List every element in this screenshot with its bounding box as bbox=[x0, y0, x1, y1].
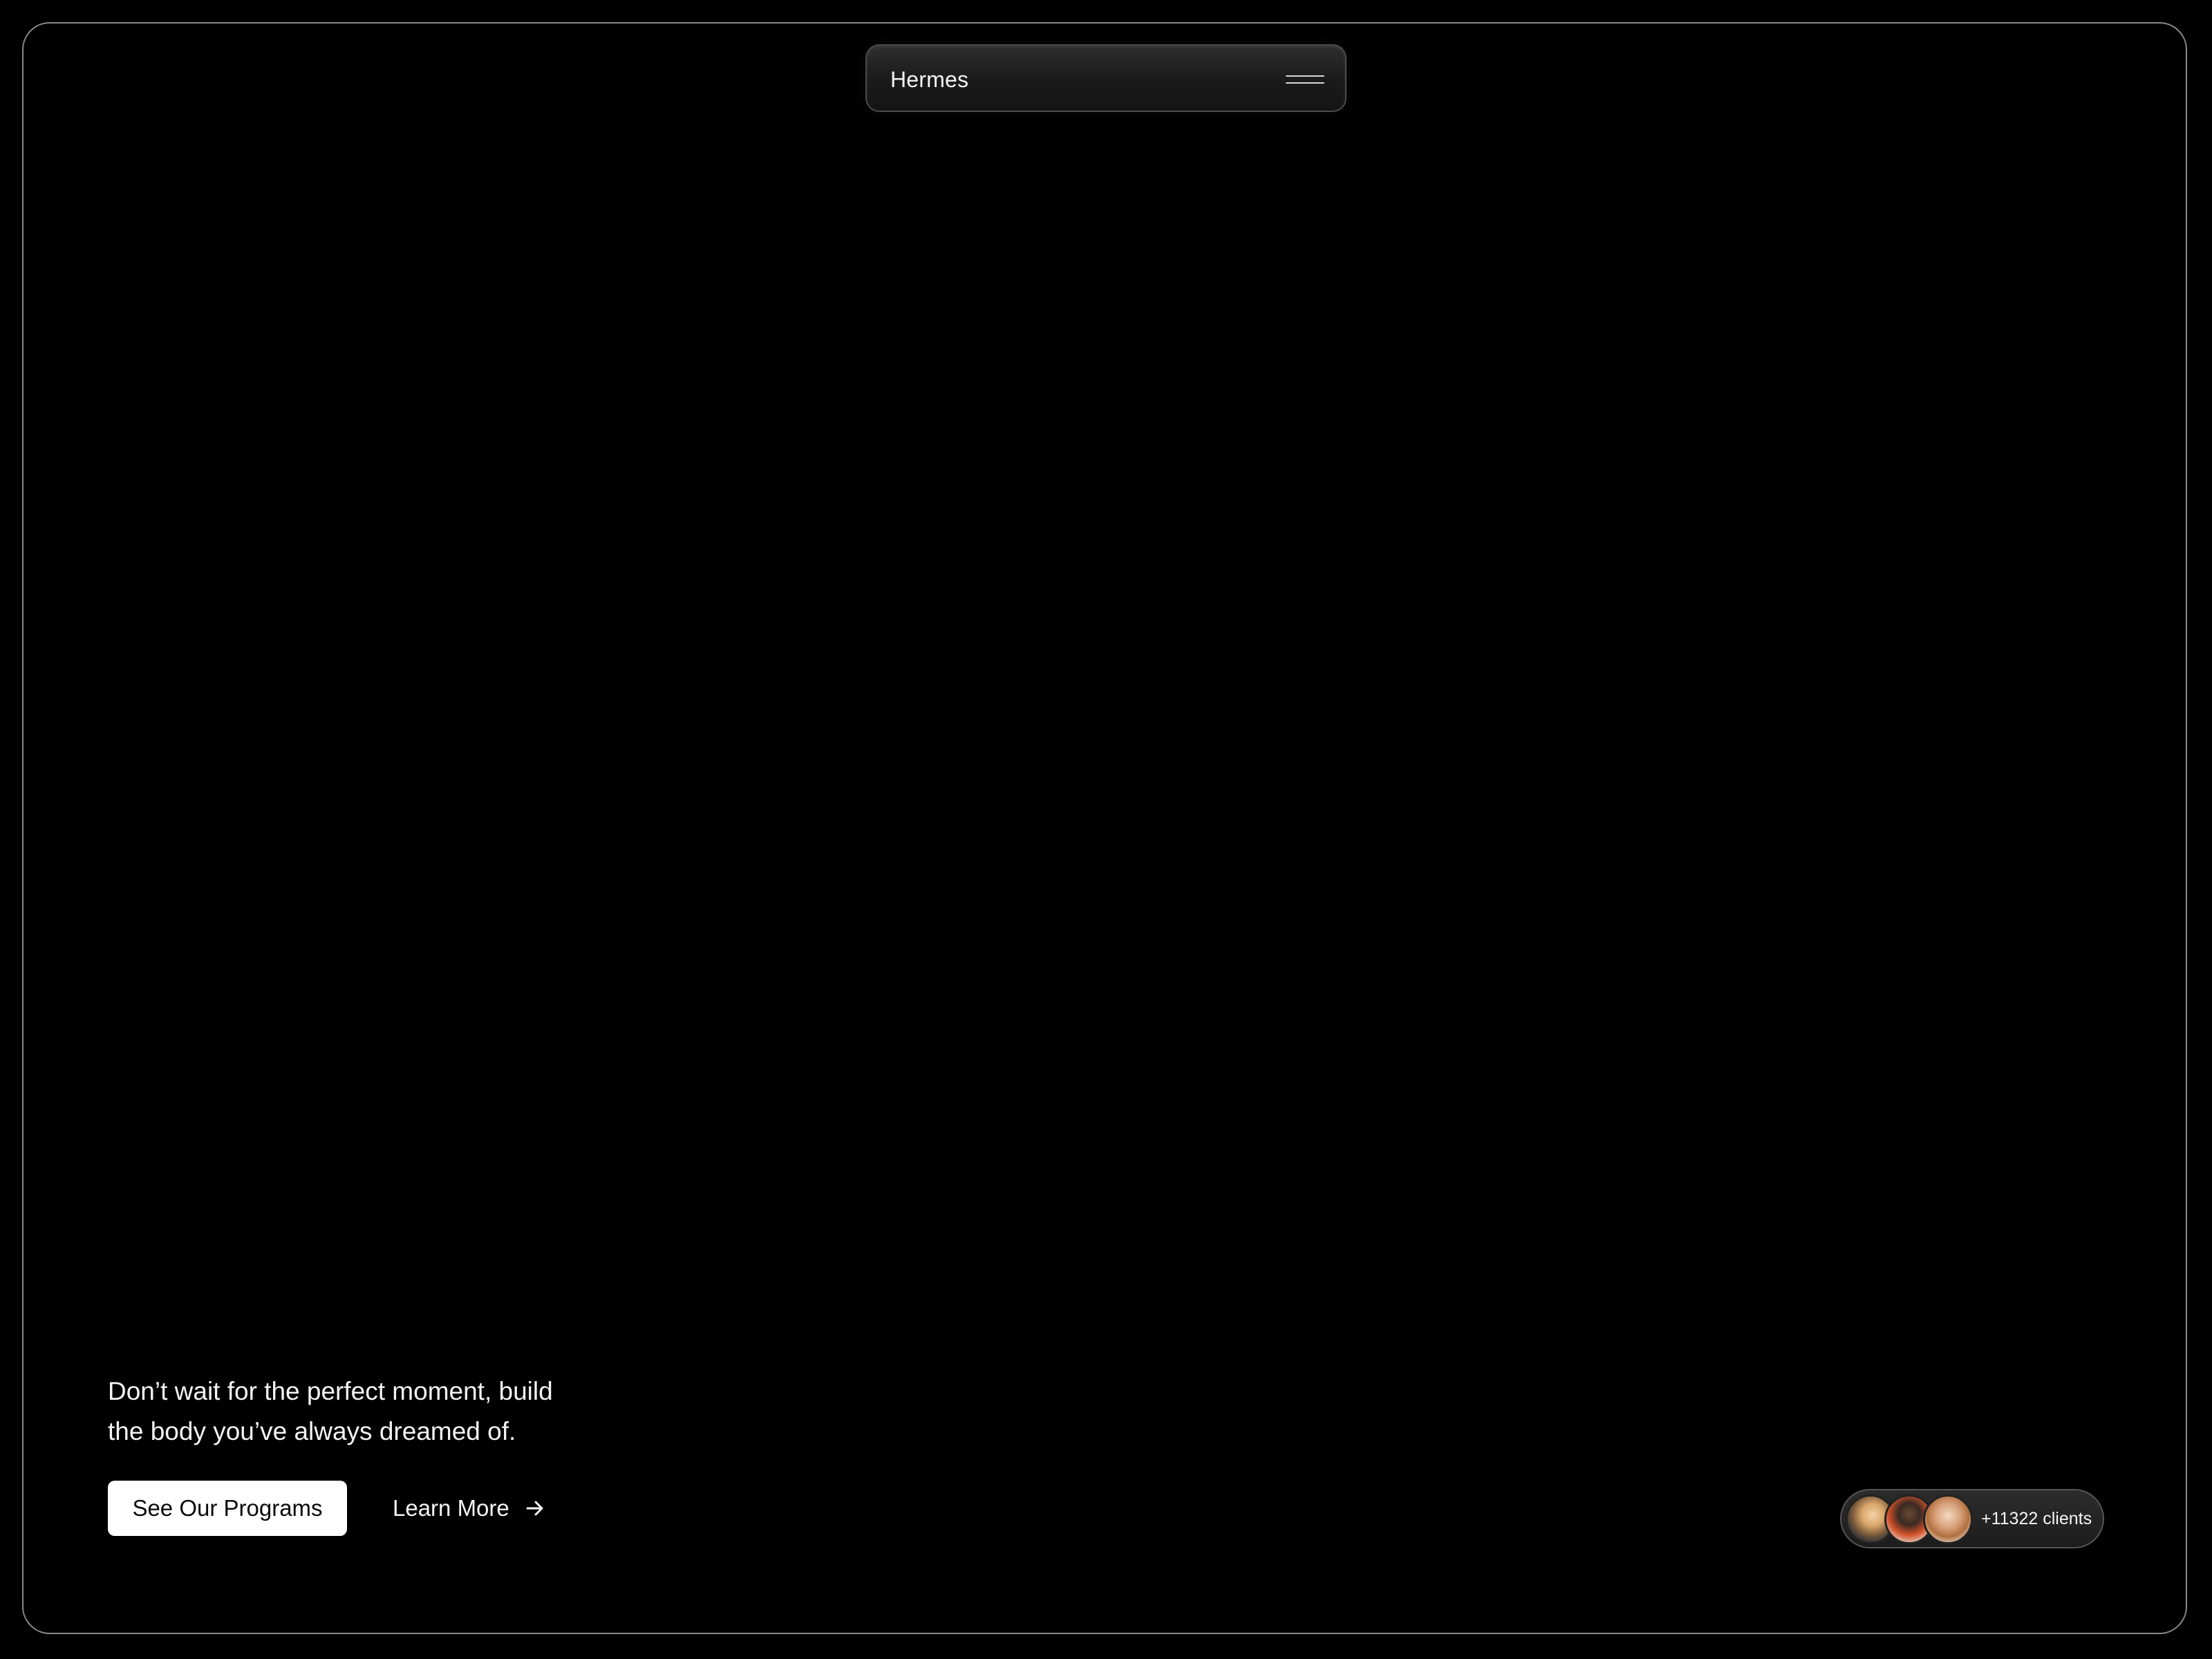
arrow-right-icon bbox=[526, 1501, 543, 1516]
hero-tagline-line-1: Don’t wait for the perfect moment, build bbox=[108, 1377, 553, 1405]
navbar: Hermes bbox=[865, 44, 1347, 112]
see-our-programs-button[interactable]: See Our Programs bbox=[108, 1481, 347, 1536]
menu-line bbox=[1286, 75, 1324, 77]
hero-tagline-line-2: the body you’ve always dreamed of. bbox=[108, 1417, 516, 1445]
clients-count: +11322 clients bbox=[1981, 1509, 2092, 1528]
hamburger-menu-icon[interactable] bbox=[1283, 66, 1326, 91]
learn-more-label: Learn More bbox=[393, 1495, 509, 1521]
menu-line bbox=[1286, 82, 1324, 84]
hero-tagline: Don’t wait for the perfect moment, build… bbox=[108, 1371, 592, 1452]
learn-more-link[interactable]: Learn More bbox=[393, 1481, 545, 1536]
brand-name[interactable]: Hermes bbox=[890, 46, 968, 113]
avatar bbox=[1923, 1494, 1973, 1544]
clients-badge: +11322 clients bbox=[1840, 1489, 2104, 1548]
